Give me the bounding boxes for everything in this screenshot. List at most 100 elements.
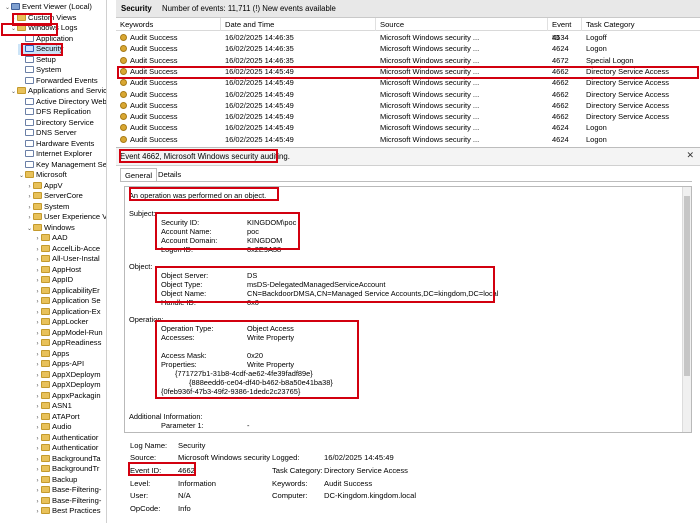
column-task-category[interactable]: Task Category (582, 18, 700, 31)
folder-icon (41, 402, 50, 409)
tree-item[interactable]: › Custom Views (10, 13, 77, 24)
tree-item[interactable]: System (18, 65, 61, 76)
cell-keywords-text: Audit Success (130, 89, 178, 99)
cell-date-time: 16/02/2025 14:45:49 (225, 89, 294, 99)
tree-item[interactable]: › ATAPort (34, 412, 80, 423)
folder-icon (41, 444, 50, 451)
tree-item[interactable]: ⌄ Event Viewer (Local) (4, 2, 92, 13)
tree-item[interactable]: DNS Server (18, 128, 77, 139)
tree-item[interactable]: › Application-Ex (34, 307, 101, 318)
table-row[interactable]: Audit Success 16/02/2025 14:45:49 Microsof… (116, 89, 700, 100)
cell-task-category: Directory Service Access (586, 78, 669, 88)
tree-item-label: All-User-Instal (52, 254, 100, 263)
property-write: Write Property (247, 360, 295, 369)
tree-item[interactable]: › Base-Filtering- (34, 496, 102, 507)
tree-item[interactable]: › ServerCore (26, 191, 83, 202)
column-event-id[interactable]: Event ID (548, 18, 582, 42)
tree-item[interactable]: › AppLocker (34, 317, 89, 328)
tree-item[interactable]: Forwarded Events (18, 76, 98, 87)
tree-item[interactable]: Key Management Ser (18, 160, 106, 171)
tree-item[interactable]: ⌄ Microsoft (18, 170, 67, 181)
tree-item[interactable]: › AccelLib-Acce (34, 244, 101, 255)
console-tree[interactable]: ⌄ Event Viewer (Local) › Custom Views ⌄ Windo… (0, 0, 107, 523)
property-guid-1: {771727b1-31b8-4cdf-ae62-4fe39fadf89e} (175, 369, 313, 378)
cell-keywords-text: Audit Success (130, 100, 178, 110)
table-row[interactable]: Audit Success 16/02/2025 14:46:35 Microsof… (116, 55, 700, 66)
tree-item[interactable]: › Apps-API (34, 359, 85, 370)
cell-event-id: 4624 (552, 123, 569, 133)
tree-item[interactable]: › AppID (34, 275, 74, 286)
tree-item[interactable]: Hardware Events (18, 139, 94, 150)
expander-icon[interactable]: › (34, 507, 41, 518)
tree-item-label: Authenticatior (52, 432, 99, 442)
tree-item[interactable]: › AppHost (34, 265, 82, 276)
cell-keywords-text: Audit Success (130, 44, 178, 54)
subject-account-domain-value: KINGDOM (247, 236, 283, 245)
tree-item[interactable]: › ASN1 (34, 401, 72, 412)
opcode-value: Info (178, 504, 191, 513)
tree-item[interactable]: Directory Service (18, 118, 94, 129)
column-source[interactable]: Source (376, 18, 548, 31)
expander-icon[interactable]: ⌄ (10, 87, 17, 98)
table-row[interactable]: Audit Success 16/02/2025 14:46:35 Microsof… (116, 32, 700, 43)
tree-item[interactable]: › AppReadiness (34, 338, 102, 349)
column-keywords[interactable]: Keywords (116, 18, 221, 31)
tab-details[interactable]: Details (154, 168, 185, 182)
tree-item[interactable]: › AppxPackagin (34, 391, 101, 402)
log-icon (25, 45, 34, 52)
tree-item[interactable]: › AppModel-Run (34, 328, 103, 339)
tree-item[interactable]: ⌄ Windows (26, 223, 75, 234)
tree-item[interactable]: Security (18, 44, 64, 55)
message-scrollbar[interactable] (682, 187, 691, 432)
user-value: N/A (178, 491, 191, 500)
tree-item[interactable]: › Audio (34, 422, 72, 433)
table-row[interactable]: Audit Success 16/02/2025 14:45:49 Microsof… (116, 122, 700, 133)
table-row[interactable]: Audit Success 16/02/2025 14:46:35 Microsof… (116, 43, 700, 54)
table-row[interactable]: Audit Success 16/02/2025 14:45:49 Microsof… (116, 77, 700, 88)
tree-item[interactable]: › AppXDeploym (34, 370, 101, 381)
tree-item[interactable]: DFS Replication (18, 107, 91, 118)
tree-item[interactable]: › Authenticatior (34, 432, 99, 444)
task-category-label: Task Category: (272, 466, 323, 475)
message-scrollbar-thumb[interactable] (684, 196, 690, 376)
tree-item[interactable]: › AAD (34, 233, 68, 244)
tree-item[interactable]: › Application Se (34, 296, 101, 307)
tree-item[interactable]: › Base-Filtering- (34, 485, 102, 496)
tree-item[interactable]: › Apps (34, 349, 70, 360)
tree-item[interactable]: ⌄ Windows Logs (10, 23, 77, 34)
cell-event-id: 4662 (552, 66, 569, 76)
tree-item[interactable]: › BackgroundTr (34, 464, 100, 475)
tree-item[interactable]: Internet Explorer (18, 149, 92, 160)
additional-info-header: Additional Information: (129, 412, 203, 421)
tree-item[interactable]: › System (26, 202, 70, 213)
expander-icon[interactable]: ⌄ (18, 171, 25, 182)
tree-item[interactable]: › User Experience Vi (26, 212, 107, 223)
tree-item[interactable]: ⌄ Applications and Services Logs (10, 86, 106, 98)
tree-item[interactable]: › ApplicabilityEr (34, 286, 100, 297)
tree-item[interactable]: › Authenticatior (34, 443, 99, 454)
cell-keywords: Audit Success (120, 43, 220, 54)
expander-icon[interactable]: ⌄ (10, 24, 17, 35)
tree-item[interactable]: › AppXDeploym (34, 380, 101, 391)
tree-item[interactable]: › All-User-Instal (34, 254, 100, 265)
tab-general[interactable]: General (120, 168, 158, 182)
table-row[interactable]: Audit Success 16/02/2025 14:45:49 Microsof… (116, 66, 700, 77)
column-date-time[interactable]: Date and Time (221, 18, 376, 31)
tree-item[interactable]: › Backup (34, 475, 78, 486)
event-message-box[interactable]: An operation was performed on an object.… (124, 186, 692, 433)
close-icon[interactable]: ✕ (686, 150, 694, 161)
table-row[interactable]: Audit Success 16/02/2025 14:45:49 Microsof… (116, 100, 700, 111)
tree-item[interactable]: Active Directory Web (18, 97, 106, 108)
tree-item[interactable]: › BackgroundTa (34, 454, 101, 465)
folder-icon (41, 496, 50, 504)
tab-divider (120, 181, 692, 182)
tree-item[interactable]: › AppV (26, 181, 63, 192)
tree-item-label: Setup (36, 54, 56, 64)
tree-item[interactable]: Application (18, 34, 73, 45)
table-row[interactable]: Audit Success 16/02/2025 14:45:49 Microsof… (116, 111, 700, 122)
expander-icon[interactable]: ⌄ (26, 224, 33, 235)
tree-item[interactable]: › Best Practices (34, 506, 101, 517)
table-row[interactable]: Audit Success 16/02/2025 14:45:49 Microsof… (116, 134, 700, 145)
cell-source: Microsoft Windows security ... (380, 44, 480, 54)
tree-item[interactable]: Setup (18, 55, 56, 66)
